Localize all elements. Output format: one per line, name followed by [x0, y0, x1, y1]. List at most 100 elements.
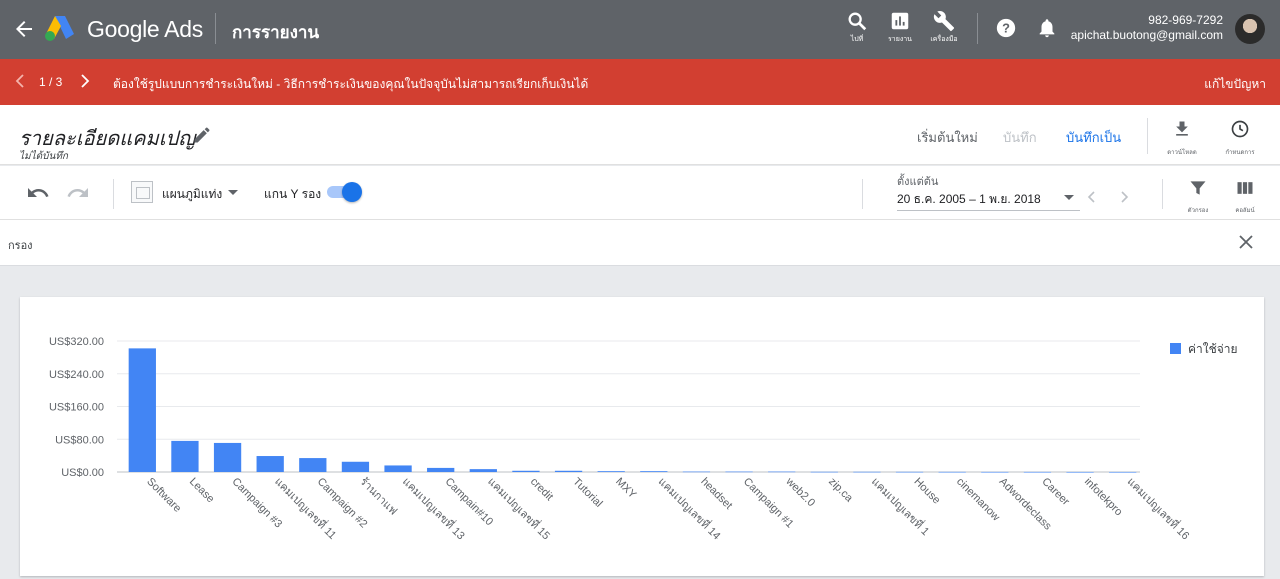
search-icon: [848, 12, 867, 31]
bar: [938, 471, 966, 473]
category-label: cinemanow: [954, 476, 1002, 524]
y-tick-label: US$320.00: [49, 336, 104, 348]
bar: [725, 471, 753, 473]
brand-divider: [215, 13, 216, 44]
next-period-icon[interactable]: [1117, 190, 1131, 204]
brand-name: Google Ads: [87, 16, 203, 42]
chart-card: US$0.00 US$80.00 US$160.00 US$240.00 US$320.…: [20, 297, 1264, 576]
bar: [895, 471, 924, 473]
notifications-bell-icon[interactable]: [1036, 17, 1058, 39]
chevron-down-icon: [228, 190, 238, 195]
reset-button[interactable]: เริ่มต้นใหม่: [917, 127, 978, 148]
filter-button[interactable]: ตัวกรอง: [1180, 178, 1216, 215]
date-range-selector[interactable]: 20 ธ.ค. 2005 – 1 พ.ย. 2018: [897, 190, 1041, 209]
filter-label: ตัวกรอง: [1187, 208, 1209, 214]
bar: [1023, 471, 1052, 473]
bar: [554, 470, 583, 472]
previous-period-icon[interactable]: [1085, 190, 1099, 204]
legend-label: ค่าใช้จ่าย: [1188, 342, 1238, 356]
bar: [469, 469, 497, 472]
chart-type-thumbnail: [131, 181, 153, 203]
save-as-button[interactable]: บันทึกเป็น: [1066, 127, 1121, 148]
category-label: MXY: [613, 476, 639, 502]
clock-icon: [1231, 120, 1249, 138]
save-button[interactable]: บันทึก: [1003, 127, 1037, 148]
help-icon[interactable]: ?: [995, 17, 1017, 39]
y-tick-label: US$160.00: [49, 402, 104, 414]
columns-label: คอลัมน์: [1235, 208, 1255, 214]
tools-button[interactable]: เครื่องมือ: [924, 10, 964, 54]
category-label: Software: [144, 476, 183, 515]
bar: [384, 465, 412, 472]
toolbar-divider: [1162, 179, 1163, 209]
columns-button[interactable]: คอลัมน์: [1227, 178, 1263, 215]
category-label: ร้านกาแฟ: [357, 476, 399, 518]
download-label: ดาวน์โหลด: [1167, 150, 1197, 156]
download-icon: [1176, 121, 1188, 136]
bar: [768, 471, 796, 473]
goto-label: ไปที่: [850, 36, 864, 43]
goto-button[interactable]: ไปที่: [837, 10, 877, 54]
close-icon[interactable]: [1238, 234, 1254, 250]
y-tick-label: US$240.00: [49, 369, 104, 381]
chevron-down-icon[interactable]: [1064, 195, 1074, 200]
bar: [981, 471, 1009, 473]
chevron-right-icon[interactable]: [79, 73, 91, 89]
bar-chart: US$0.00 US$80.00 US$160.00 US$240.00 US$320.…: [49, 336, 1238, 543]
filter-bar: กรอง: [0, 220, 1280, 266]
bar: [341, 461, 370, 472]
undo-icon[interactable]: [26, 181, 50, 205]
secondary-axis-toggle[interactable]: [325, 182, 362, 202]
category-label: zip.ca: [826, 476, 855, 505]
category-label: แคมเปญเลขที่ 16: [1125, 474, 1194, 543]
back-arrow-icon[interactable]: [12, 17, 36, 41]
columns-icon: [1237, 182, 1253, 194]
wrench-icon: [933, 11, 955, 32]
toggle-knob: [342, 182, 362, 202]
bar: [213, 442, 242, 472]
account-info[interactable]: 982-969-7292 apichat.buotong@gmail.com: [1071, 13, 1223, 43]
download-button[interactable]: ดาวน์โหลด: [1160, 119, 1204, 157]
svg-text:?: ?: [1002, 21, 1010, 36]
chart-toolbar: แผนภูมิแท่ง แกน Y รอง ตั้งแต่ต้น 20 ธ.ค.…: [0, 166, 1280, 220]
payment-alert-banner: 1 / 3 ต้องใช้รูปแบบการชำระเงินใหม่ - วิธ…: [0, 59, 1280, 105]
bar: [1066, 471, 1094, 473]
bar: [853, 471, 881, 473]
fix-problem-link[interactable]: แก้ไขปัญหา: [1204, 75, 1266, 94]
pencil-edit-icon[interactable]: [192, 125, 212, 145]
date-range-underline: [897, 210, 1080, 211]
category-label: credit: [528, 476, 556, 504]
toolbar-divider: [862, 179, 863, 209]
reports-label: รายงาน: [888, 36, 912, 43]
schedule-label: กำหนดการ: [1225, 150, 1255, 156]
category-label: Career: [1039, 476, 1071, 508]
bar: [597, 471, 625, 472]
bar: [128, 348, 156, 472]
schedule-button[interactable]: กำหนดการ: [1218, 119, 1262, 157]
y-tick-label: US$80.00: [55, 434, 104, 446]
category-label: Lease: [187, 476, 217, 506]
chevron-left-icon[interactable]: [14, 73, 26, 89]
header-divider: [1147, 118, 1148, 154]
alert-message: ต้องใช้รูปแบบการชำระเงินใหม่ - วิธีการชำ…: [113, 77, 589, 91]
reports-icon: [891, 12, 909, 30]
secondary-axis-label: แกน Y รอง: [264, 187, 322, 201]
topbar-divider: [977, 13, 978, 44]
bar: [810, 471, 838, 473]
chart-type-label: แผนภูมิแท่ง: [162, 187, 223, 201]
reports-button[interactable]: รายงาน: [880, 10, 920, 54]
category-label: House: [911, 476, 942, 507]
bar: [512, 470, 540, 472]
report-status: ไม่ได้บันทึก: [19, 151, 68, 162]
redo-icon[interactable]: [66, 181, 90, 205]
category-label: web2.0: [783, 475, 817, 509]
bar: [299, 458, 327, 472]
category-label: headset: [698, 476, 734, 512]
bar: [1109, 471, 1137, 473]
bar: [171, 440, 199, 472]
avatar[interactable]: [1235, 14, 1265, 44]
y-tick-label: US$0.00: [61, 467, 104, 479]
account-id: 982-969-7292: [1148, 13, 1223, 27]
bar: [427, 467, 455, 472]
report-header: รายละเอียดแคมเปญ ไม่ได้บันทึก เริ่มต้นให…: [0, 105, 1280, 165]
